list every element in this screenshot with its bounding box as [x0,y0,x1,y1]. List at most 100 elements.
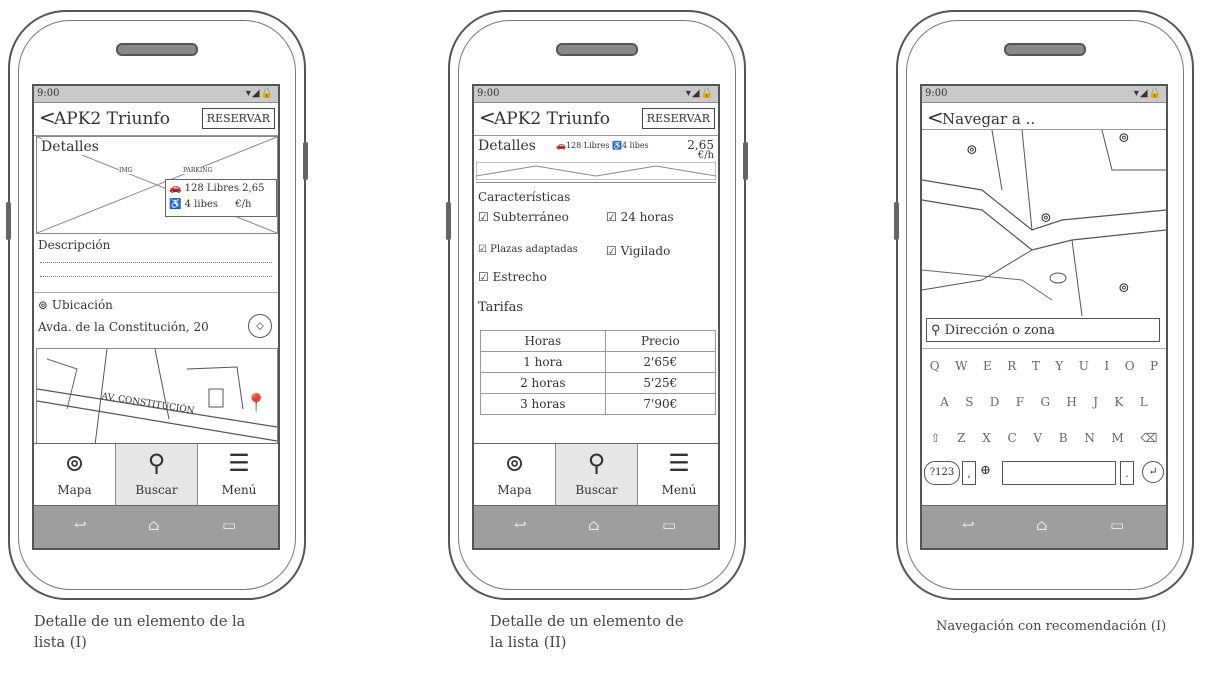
caption-2: Detalle de un elemento de la lista (II) [490,612,683,654]
tab-label: Mapa [497,483,532,497]
section-title-tarifas: Tarifas [478,300,524,315]
system-nav-bar: ↩ ⌂ ▭ [922,505,1166,548]
screen: 9:00 ▾◢🔒 < APK2 Triunfo RESERVAR Detalle… [472,84,720,550]
adaptadas-count: 4 libes [621,141,649,150]
shift-key-icon[interactable]: ⇧ [930,431,940,445]
speaker-slot [116,43,198,56]
key[interactable]: Z [957,431,965,445]
tab-buscar[interactable]: ⚲ Buscar [556,444,638,506]
space-key[interactable] [1002,461,1116,485]
checkbox-24-horas[interactable]: ☑ 24 horas [606,210,674,224]
status-time: 9:00 [37,88,60,99]
globe-icon[interactable]: ⊕ [980,463,991,478]
key[interactable]: D [990,395,1000,409]
checkbox-subterraneo[interactable]: ☑ Subterráneo [478,210,569,224]
status-bar: 9:00 ▾◢🔒 [474,86,718,103]
description-scribble [40,276,272,280]
reserve-button[interactable]: RESERVAR [201,108,275,129]
parking-label: PARKING [183,167,213,174]
key[interactable]: Q [930,359,940,373]
nav-back-icon[interactable]: ↩ [962,516,975,534]
key[interactable]: U [1079,359,1089,373]
search-icon: ⚲ [587,449,606,477]
keyboard: Q W E R T Y U I O P A S D F G H J K L ⇧ … [922,348,1166,511]
key[interactable]: C [1007,431,1016,445]
key[interactable]: M [1112,431,1124,445]
dot-key[interactable]: . [1120,461,1134,485]
app-bar: < APK2 Triunfo RESERVAR [34,103,278,136]
app-bar: < APK2 Triunfo RESERVAR [474,103,718,136]
wheelchair-icon: ♿ [611,141,622,150]
section-title-descripcion: Descripción [38,238,111,252]
map-pin-icon: ⊚ [1040,210,1052,226]
map-pin-icon: ⊚ [504,449,525,477]
key[interactable]: X [982,431,991,445]
checkbox-label: Vigilado [620,244,671,258]
key[interactable]: N [1084,431,1095,445]
img-label: IMG [119,167,133,174]
key[interactable]: L [1140,395,1148,409]
key[interactable]: P [1150,359,1158,373]
key[interactable]: W [955,359,967,373]
navigation-map[interactable]: ⊚ ⊚ ⊚ ⊚ [922,130,1166,316]
tab-menu[interactable]: ☰ Menú [198,444,278,506]
key[interactable]: B [1059,431,1068,445]
key[interactable]: G [1040,395,1050,409]
tab-menu[interactable]: ☰ Menú [638,444,718,506]
keyboard-row-2: A S D F G H J K L [922,395,1166,409]
tab-mapa[interactable]: ⊚ Mapa [34,444,116,506]
rate-price: 7'90€ [604,393,717,415]
tab-mapa[interactable]: ⊚ Mapa [474,444,556,506]
status-icons: ▾◢🔒 [245,88,274,99]
nav-recent-icon[interactable]: ▭ [222,516,236,534]
nav-home-icon[interactable]: ⌂ [148,516,159,534]
tab-label: Menú [661,483,697,497]
key[interactable]: H [1066,395,1076,409]
key[interactable]: S [965,395,973,409]
backspace-key-icon[interactable]: ⌫ [1141,431,1158,445]
nav-recent-icon[interactable]: ▭ [662,516,676,534]
key[interactable]: E [983,359,992,373]
nav-home-icon[interactable]: ⌂ [1036,516,1047,534]
screen: 9:00 ▾◢🔒 < Navegar a .. ⊚ ⊚ ⊚ ⊚ ⚲ Direcc… [920,84,1168,550]
key[interactable]: T [1032,359,1040,373]
address-text: Avda. de la Constitución, 20 [38,320,209,334]
key[interactable]: A [940,395,949,409]
nav-back-icon[interactable]: ↩ [74,516,87,534]
image-strip-sketch [476,162,716,180]
key[interactable]: F [1016,395,1024,409]
location-map[interactable]: AV. CONSTITUCIÓN 📍 [36,348,278,446]
price-unit: €/h [697,150,714,161]
reserve-button[interactable]: RESERVAR [641,108,715,129]
availability-box: 🚗 128 Libres 2,65 ♿ 4 libes €/h [165,179,277,217]
comma-key[interactable]: , [962,461,976,485]
phone-mockup-detail-2: 9:00 ▾◢🔒 < APK2 Triunfo RESERVAR Detalle… [446,10,748,600]
search-placeholder: Dirección o zona [944,323,1055,338]
key[interactable]: V [1033,431,1042,445]
pin-icon: ⊚ [38,298,49,312]
symbols-key[interactable]: ?123 [924,461,960,485]
checkbox-vigilado[interactable]: ☑ Vigilado [606,244,670,258]
side-button [743,142,748,180]
key[interactable]: J [1093,395,1098,409]
key[interactable]: K [1114,395,1123,409]
enter-key-icon[interactable]: ↵ [1142,461,1164,483]
checkbox-plazas-adaptadas[interactable]: ☑ Plazas adaptadas [478,244,578,255]
rate-price: 5'25€ [604,372,717,394]
caption-line: Detalle de un elemento de la [34,614,246,630]
nav-back-icon[interactable]: ↩ [514,516,527,534]
map-pin-icon: ⊚ [64,449,85,477]
checkbox-estrecho[interactable]: ☑ Estrecho [478,270,547,284]
tab-buscar[interactable]: ⚲ Buscar [116,444,198,506]
key[interactable]: R [1007,359,1016,373]
nav-recent-icon[interactable]: ▭ [1110,516,1124,534]
directions-icon[interactable]: ⬦ [248,314,272,338]
section-title-ubicacion: ⊚ Ubicación [38,298,113,312]
side-button [446,202,451,240]
status-bar: 9:00 ▾◢🔒 [34,86,278,103]
nav-home-icon[interactable]: ⌂ [588,516,599,534]
key[interactable]: I [1104,359,1109,373]
key[interactable]: O [1125,359,1135,373]
search-input[interactable]: ⚲ Dirección o zona [926,318,1160,342]
key[interactable]: Y [1055,359,1063,373]
